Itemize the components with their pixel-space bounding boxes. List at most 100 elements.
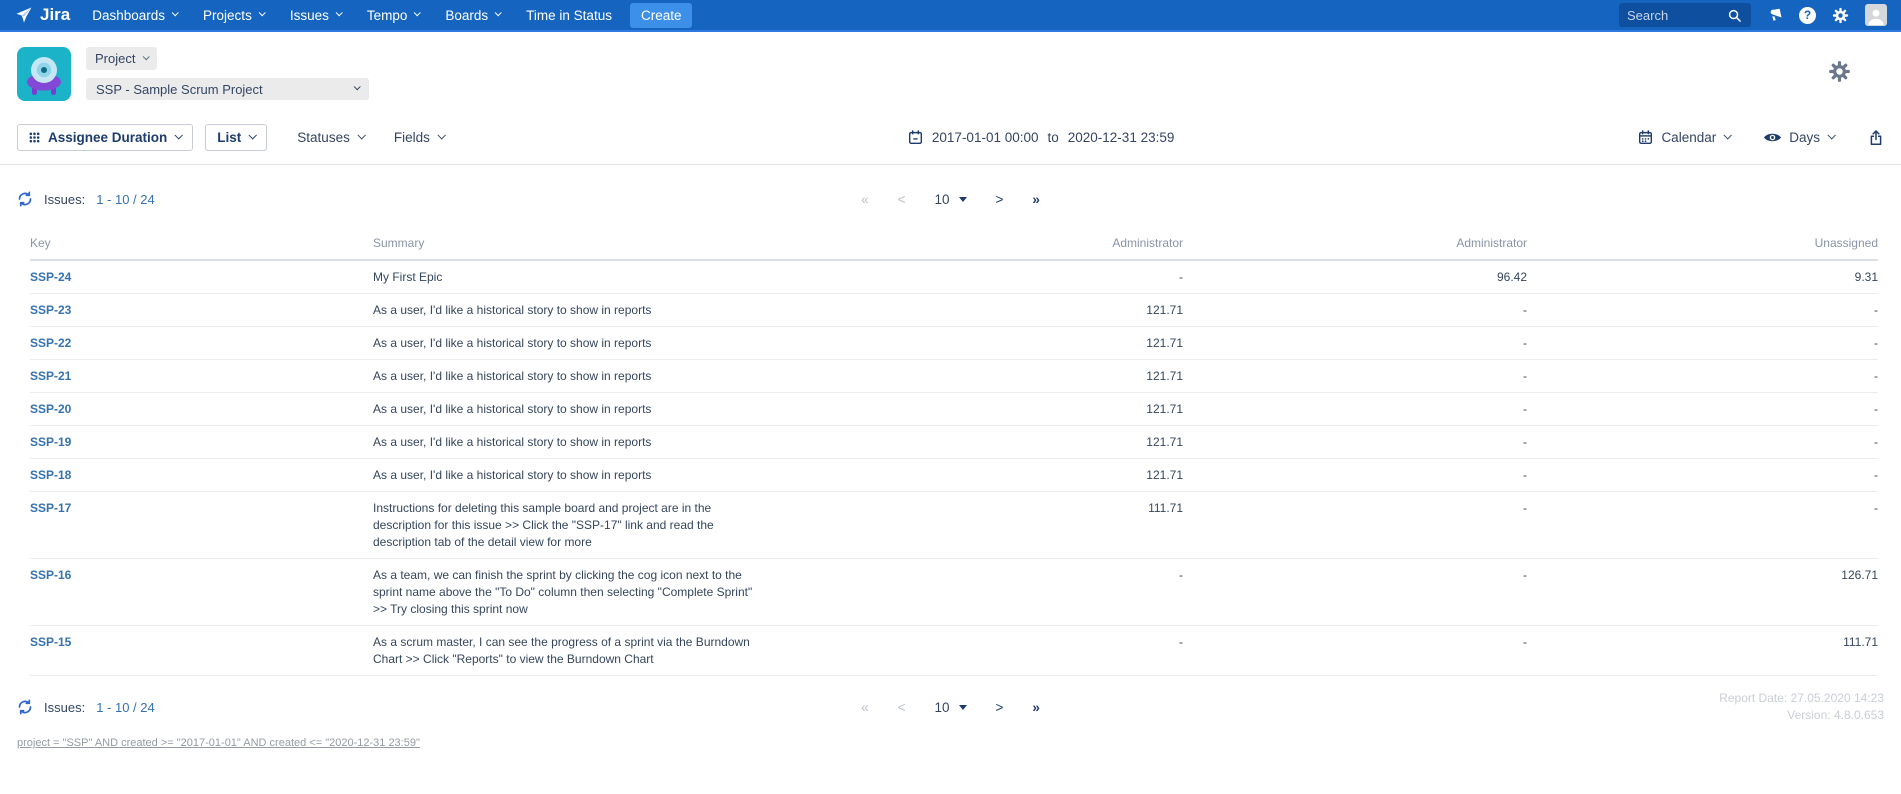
duration-administrator-2: - xyxy=(1183,492,1527,559)
duration-administrator-1: 121.71 xyxy=(983,294,1183,327)
issue-key-link[interactable]: SSP-19 xyxy=(30,435,71,449)
calendar-dropdown[interactable]: Calendar xyxy=(1638,130,1730,145)
nav-item-boards[interactable]: Boards xyxy=(445,8,500,23)
date-to: 2020-12-31 23:59 xyxy=(1068,130,1175,145)
pagination-prev[interactable]: < xyxy=(898,700,906,715)
duration-administrator-2: - xyxy=(1183,360,1527,393)
column-header-administrator-1[interactable]: Administrator xyxy=(983,226,1183,260)
duration-unassigned: - xyxy=(1527,294,1878,327)
pagination-first[interactable]: « xyxy=(861,192,869,207)
caret-down-icon xyxy=(959,705,967,710)
issues-count-range: 1 - 10 / 24 xyxy=(96,700,155,715)
issue-key-link[interactable]: SSP-16 xyxy=(30,568,71,582)
calendar-icon xyxy=(1638,130,1653,145)
help-icon[interactable]: ? xyxy=(1799,7,1816,24)
issue-key-link[interactable]: SSP-17 xyxy=(30,501,71,515)
duration-administrator-1: 121.71 xyxy=(983,327,1183,360)
issue-summary: As a user, I'd like a historical story t… xyxy=(373,401,765,418)
duration-unassigned: - xyxy=(1527,459,1878,492)
date-from: 2017-01-01 00:00 xyxy=(932,130,1039,145)
column-header-unassigned[interactable]: Unassigned xyxy=(1527,226,1878,260)
nav-menu: Dashboards Projects Issues Tempo Boards … xyxy=(92,8,612,23)
issue-summary: As a user, I'd like a historical story t… xyxy=(373,335,765,352)
user-avatar[interactable] xyxy=(1865,4,1887,26)
refresh-icon[interactable] xyxy=(17,191,33,207)
duration-administrator-2: - xyxy=(1183,559,1527,626)
announcements-icon[interactable] xyxy=(1767,7,1783,23)
pagination-page-size[interactable]: 10 xyxy=(934,700,966,715)
issue-key-link[interactable]: SSP-24 xyxy=(30,270,71,284)
issue-key-link[interactable]: SSP-15 xyxy=(30,635,71,649)
jira-logo-icon xyxy=(14,5,34,25)
issues-bar-top: Issues: 1 - 10 / 24 « < 10 > » xyxy=(0,191,1901,207)
chevron-down-icon xyxy=(258,9,265,16)
issues-table-body: SSP-24 My First Epic - 96.42 9.31 SSP-23… xyxy=(30,260,1878,676)
issue-key-link[interactable]: SSP-21 xyxy=(30,369,71,383)
chevron-down-icon xyxy=(357,131,365,139)
pagination-first[interactable]: « xyxy=(861,700,869,715)
export-icon xyxy=(1868,129,1884,146)
chevron-down-icon xyxy=(143,53,150,60)
nav-item-time-in-status[interactable]: Time in Status xyxy=(526,8,612,23)
view-type-dropdown[interactable]: List xyxy=(205,124,267,151)
search-input[interactable] xyxy=(1627,8,1727,23)
issue-summary: As a user, I'd like a historical story t… xyxy=(373,434,765,451)
nav-right: ? xyxy=(1619,3,1887,27)
search-box[interactable] xyxy=(1619,3,1751,27)
issue-summary: As a scrum master, I can see the progres… xyxy=(373,634,765,668)
issue-key-link[interactable]: SSP-23 xyxy=(30,303,71,317)
table-row: SSP-15 As a scrum master, I can see the … xyxy=(30,626,1878,676)
date-range-picker[interactable]: 2017-01-01 00:00 to 2020-12-31 23:59 xyxy=(908,130,1174,145)
duration-administrator-1: 121.71 xyxy=(983,426,1183,459)
eye-icon xyxy=(1764,132,1781,143)
issue-summary: As a user, I'd like a historical story t… xyxy=(373,302,765,319)
nav-item-tempo[interactable]: Tempo xyxy=(367,8,420,23)
gear-icon[interactable] xyxy=(1832,7,1849,24)
pagination-prev[interactable]: < xyxy=(898,192,906,207)
nav-item-projects[interactable]: Projects xyxy=(203,8,264,23)
column-header-summary[interactable]: Summary xyxy=(373,226,983,260)
export-button[interactable] xyxy=(1868,129,1884,146)
table-row: SSP-23 As a user, I'd like a historical … xyxy=(30,294,1878,327)
pagination-last[interactable]: » xyxy=(1032,192,1040,207)
issues-bar-bottom: Issues: 1 - 10 / 24 « < 10 > » Report Da… xyxy=(0,690,1901,724)
issue-key-link[interactable]: SSP-22 xyxy=(30,336,71,350)
duration-administrator-1: - xyxy=(983,626,1183,676)
table-row: SSP-18 As a user, I'd like a historical … xyxy=(30,459,1878,492)
fields-dropdown[interactable]: Fields xyxy=(394,130,444,145)
date-to-word: to xyxy=(1048,130,1059,145)
issue-summary: My First Epic xyxy=(373,269,765,286)
chevron-down-icon xyxy=(414,9,421,16)
report-type-dropdown[interactable]: Assignee Duration xyxy=(17,124,193,151)
project-type-button[interactable]: Project xyxy=(86,47,157,70)
refresh-icon[interactable] xyxy=(17,699,33,715)
pagination-last[interactable]: » xyxy=(1032,700,1040,715)
create-button[interactable]: Create xyxy=(630,3,693,28)
column-header-administrator-2[interactable]: Administrator xyxy=(1183,226,1527,260)
nav-item-dashboards[interactable]: Dashboards xyxy=(92,8,177,23)
jql-link[interactable]: project = "SSP" AND created >= "2017-01-… xyxy=(17,737,420,749)
duration-administrator-2: 96.42 xyxy=(1183,260,1527,294)
unit-dropdown[interactable]: Days xyxy=(1764,130,1834,145)
pagination-page-size[interactable]: 10 xyxy=(934,192,966,207)
report-version: Version: 4.8.0.653 xyxy=(1040,707,1884,724)
settings-gear-icon[interactable] xyxy=(1828,60,1851,83)
report-date: Report Date: 27.05.2020 14:23 xyxy=(1040,690,1884,707)
duration-administrator-2: - xyxy=(1183,459,1527,492)
pagination-next[interactable]: > xyxy=(996,192,1004,207)
duration-administrator-1: 121.71 xyxy=(983,393,1183,426)
duration-unassigned: - xyxy=(1527,360,1878,393)
duration-administrator-2: - xyxy=(1183,626,1527,676)
column-header-key[interactable]: Key xyxy=(30,226,373,260)
issue-key-link[interactable]: SSP-18 xyxy=(30,468,71,482)
statuses-dropdown[interactable]: Statuses xyxy=(297,130,364,145)
pagination-next[interactable]: > xyxy=(996,700,1004,715)
search-icon xyxy=(1727,8,1742,23)
jira-logo[interactable]: Jira xyxy=(14,5,70,25)
grid-icon xyxy=(29,132,40,143)
table-header-row: Key Summary Administrator Administrator … xyxy=(30,226,1878,260)
table-row: SSP-17 Instructions for deleting this sa… xyxy=(30,492,1878,559)
nav-item-issues[interactable]: Issues xyxy=(290,8,341,23)
issue-key-link[interactable]: SSP-20 xyxy=(30,402,71,416)
project-select[interactable]: SSP - Sample Scrum Project xyxy=(86,78,369,100)
